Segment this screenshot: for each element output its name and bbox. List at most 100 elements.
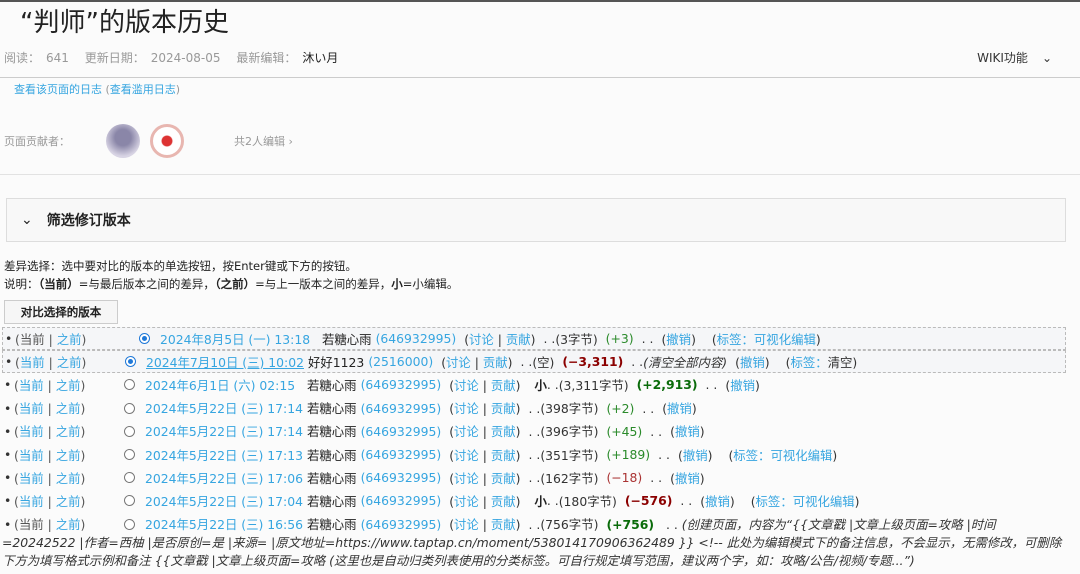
user-name[interactable]: 若糖心雨 (322, 330, 372, 348)
contribs-link[interactable]: 贡献 (491, 494, 516, 509)
current-diff-link[interactable]: 当前 (19, 471, 44, 486)
talk-link[interactable]: 讨论 (454, 401, 479, 416)
contribs-link[interactable]: 贡献 (491, 448, 516, 463)
user-id-link[interactable]: (646932995) (361, 516, 442, 534)
user-tool-links: (讨论 | 贡献) (449, 424, 521, 440)
revision-radio[interactable] (139, 333, 150, 345)
filter-revisions-toggle[interactable]: ⌄ 筛选修订版本 (6, 198, 1066, 242)
talk-link[interactable]: 讨论 (454, 517, 479, 532)
user-name[interactable]: 若糖心雨 (307, 492, 357, 510)
tags-link[interactable]: 标签： (756, 494, 793, 509)
undo-link[interactable]: 撤销 (666, 332, 691, 347)
updated-label: 更新日期： (84, 51, 145, 65)
user-tool-links: (讨论 | 贡献) (449, 516, 521, 532)
revision-date-link[interactable]: 2024年5月22日 (三) 17:14 (145, 422, 307, 440)
user-id-link[interactable]: (646932995) (361, 493, 442, 508)
talk-link[interactable]: 讨论 (454, 448, 479, 463)
user-id-link[interactable]: (646932995) (361, 401, 442, 416)
revision-date-link[interactable]: 2024年5月22日 (三) 16:56 (145, 516, 307, 534)
user-name[interactable]: 若糖心雨 (307, 446, 357, 464)
undo-link[interactable]: 撤销 (740, 355, 765, 370)
contribs-link[interactable]: 贡献 (491, 378, 516, 393)
user-id-link[interactable]: (646932995) (361, 377, 442, 392)
user-id-link[interactable]: (646932995) (361, 424, 442, 439)
talk-link[interactable]: 讨论 (454, 494, 479, 509)
undo-link[interactable]: 撤销 (675, 471, 700, 486)
talk-link[interactable]: 讨论 (454, 378, 479, 393)
contribs-link[interactable]: 贡献 (491, 424, 516, 439)
undo-link[interactable]: 撤销 (730, 378, 755, 393)
contribs-link[interactable]: 贡献 (491, 471, 516, 486)
current-diff-link[interactable]: 当前 (19, 401, 44, 416)
compare-selected-button[interactable]: 对比选择的版本 (4, 300, 118, 324)
tags-link[interactable]: 标签： (733, 448, 770, 463)
user-id-link[interactable]: (646932995) (361, 447, 442, 462)
tag-value[interactable]: 可视化编辑 (754, 332, 816, 347)
contribs-link[interactable]: 贡献 (491, 517, 516, 532)
revision-date-link[interactable]: 2024年7月10日 (三) 10:02 (146, 353, 308, 371)
tag-value[interactable]: 可视化编辑 (793, 494, 855, 509)
contribs-link[interactable]: 贡献 (506, 332, 531, 347)
revision-radio[interactable] (124, 449, 135, 461)
revision-date-link[interactable]: 2024年5月22日 (三) 17:13 (145, 446, 307, 464)
avatar[interactable] (150, 124, 184, 158)
previous-diff-link[interactable]: 之前 (56, 471, 81, 486)
abuse-log-link[interactable]: 查看滥用日志 (110, 83, 176, 96)
previous-diff-link[interactable]: 之前 (56, 494, 81, 509)
undo-link[interactable]: 撤销 (667, 401, 692, 416)
talk-link[interactable]: 讨论 (454, 424, 479, 439)
current-diff-link[interactable]: 当前 (20, 355, 45, 370)
user-name[interactable]: 若糖心雨 (307, 376, 357, 394)
revision-radio[interactable] (124, 495, 135, 507)
user-name[interactable]: 若糖心雨 (307, 399, 357, 417)
previous-diff-link[interactable]: 之前 (56, 378, 81, 393)
user-name[interactable]: 若糖心雨 (307, 516, 357, 534)
current-diff-link[interactable]: 当前 (19, 494, 44, 509)
current-diff-link[interactable]: 当前 (19, 378, 44, 393)
talk-link[interactable]: 讨论 (469, 332, 494, 347)
contribs-link[interactable]: 贡献 (483, 355, 508, 370)
user-name[interactable]: 好好1123 (308, 353, 364, 371)
avatar[interactable] (106, 124, 140, 158)
undo-link[interactable]: 撤销 (683, 448, 708, 463)
undo-link[interactable]: 撤销 (675, 424, 700, 439)
revision-radio[interactable] (124, 519, 135, 530)
revision-date-link[interactable]: 2024年5月22日 (三) 17:04 (145, 492, 307, 510)
revision-date-link[interactable]: 2024年5月22日 (三) 17:14 (145, 399, 307, 417)
current-diff-link[interactable]: 当前 (19, 448, 44, 463)
revision-date-link[interactable]: 2024年8月5日 (一) 13:18 (160, 330, 322, 348)
previous-diff-link[interactable]: 之前 (56, 448, 81, 463)
cur-prev-links: (当前 | 之前) (14, 493, 86, 509)
previous-diff-link[interactable]: 之前 (57, 355, 82, 370)
contributors-count[interactable]: 共2人编辑 › (234, 133, 293, 149)
user-name[interactable]: 若糖心雨 (307, 469, 357, 487)
tag-value[interactable]: 可视化编辑 (770, 448, 832, 463)
undo-link[interactable]: 撤销 (705, 494, 730, 509)
revision-date-link[interactable]: 2024年6月1日 (六) 02:15 (145, 376, 307, 394)
revision-radio[interactable] (124, 379, 135, 391)
wiki-functions-menu[interactable]: WIKI功能 ⌄ (977, 49, 1052, 66)
user-id-link[interactable]: (646932995) (376, 331, 457, 346)
revision-radio[interactable] (124, 425, 135, 437)
previous-diff-link[interactable]: 之前 (57, 332, 82, 347)
tags-link[interactable]: 标签： (717, 332, 754, 347)
revision-row: • (当前 | 之前) 2024年5月22日 (三) 17:13 若糖心雨 (64693… (4, 446, 838, 464)
talk-link[interactable]: 讨论 (454, 471, 479, 486)
revision-size: (396字节) (540, 424, 599, 440)
revision-radio[interactable] (124, 472, 135, 484)
user-id-link[interactable]: (646932995) (361, 470, 442, 485)
latest-editor[interactable]: 沐い月 (302, 51, 338, 65)
talk-link[interactable]: 讨论 (446, 355, 471, 370)
previous-diff-link[interactable]: 之前 (56, 517, 81, 532)
previous-diff-link[interactable]: 之前 (56, 424, 81, 439)
revision-date-link[interactable]: 2024年5月22日 (三) 17:06 (145, 469, 307, 487)
current-diff-link[interactable]: 当前 (19, 424, 44, 439)
revision-radio[interactable] (124, 402, 135, 414)
page-log-link[interactable]: 查看该页面的日志 (14, 83, 102, 96)
revision-radio[interactable] (125, 356, 136, 368)
user-name[interactable]: 若糖心雨 (307, 422, 357, 440)
user-id-link[interactable]: (2516000) (368, 354, 433, 369)
previous-diff-link[interactable]: 之前 (56, 401, 81, 416)
contribs-link[interactable]: 贡献 (491, 401, 516, 416)
tags-link[interactable]: 标签： (790, 355, 827, 370)
